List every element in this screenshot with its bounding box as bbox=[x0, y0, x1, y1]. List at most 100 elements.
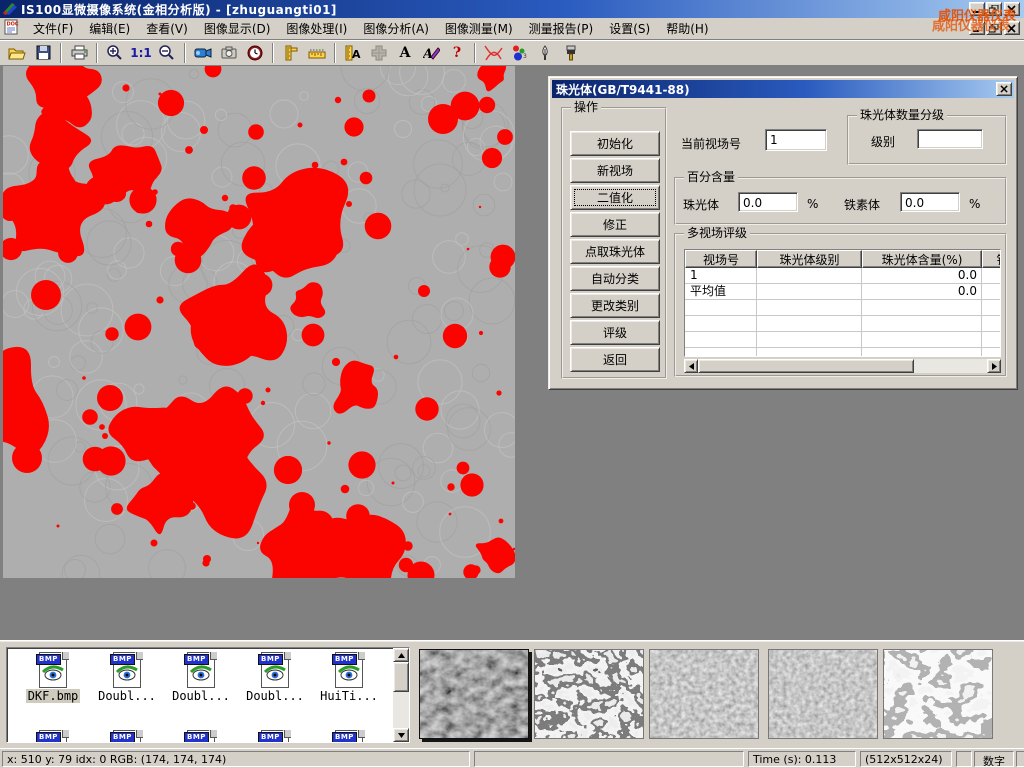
mdi-restore-button[interactable] bbox=[986, 21, 1002, 35]
caliper-measure-icon[interactable] bbox=[278, 42, 304, 64]
dialog-close-button[interactable] bbox=[996, 82, 1012, 96]
file-browser[interactable]: BMP DKF.bmp BMP Doubl... BMP Doubl... BM… bbox=[6, 647, 410, 743]
change-class-button[interactable]: 更改类别 bbox=[570, 293, 660, 318]
status-mode: 数字 bbox=[974, 751, 1014, 767]
toolbar-separator bbox=[474, 43, 476, 63]
pick-pearlite-button[interactable]: 点取珠光体 bbox=[570, 239, 660, 264]
thumbnail-5[interactable] bbox=[883, 649, 993, 739]
menu-edit[interactable]: 编辑(E) bbox=[81, 17, 138, 40]
restore-button[interactable] bbox=[986, 2, 1002, 16]
window-title: IS100显微摄像系统(金相分析版) - [zhuguangti01] bbox=[21, 1, 337, 18]
brush-tool-icon[interactable] bbox=[558, 42, 584, 64]
minimize-button[interactable] bbox=[969, 2, 985, 16]
svg-text:DOC: DOC bbox=[7, 22, 19, 28]
text-edit-icon[interactable]: A bbox=[418, 42, 444, 64]
file-item[interactable]: BMP DKF.bmp bbox=[17, 652, 89, 703]
zoom-in-icon[interactable] bbox=[102, 42, 128, 64]
cell-ferrite-content bbox=[982, 268, 1001, 284]
toolbar-separator bbox=[60, 43, 62, 63]
file-item[interactable]: BMP bbox=[165, 730, 237, 743]
scale-calibrate-icon[interactable]: A bbox=[340, 42, 366, 64]
percent-group-label: 百分含量 bbox=[684, 170, 738, 184]
file-item[interactable]: BMP bbox=[313, 730, 385, 743]
menu-report[interactable]: 测量报告(P) bbox=[521, 17, 602, 40]
table-horizontal-scrollbar[interactable] bbox=[684, 359, 1001, 373]
scroll-right-icon[interactable] bbox=[987, 359, 1001, 373]
grade-input[interactable] bbox=[917, 129, 983, 149]
ruler-measure-icon[interactable] bbox=[304, 42, 330, 64]
menu-image-analysis[interactable]: 图像分析(A) bbox=[355, 17, 437, 40]
menu-view[interactable]: 查看(V) bbox=[138, 17, 196, 40]
timer-clock-icon[interactable] bbox=[242, 42, 268, 64]
thumbnail-1[interactable] bbox=[419, 649, 529, 739]
col-view-number[interactable]: 视场号 bbox=[685, 250, 757, 268]
close-button[interactable] bbox=[1004, 2, 1020, 16]
file-name[interactable]: DKF.bmp bbox=[26, 689, 81, 703]
scroll-down-icon[interactable] bbox=[393, 728, 409, 742]
return-button[interactable]: 返回 bbox=[570, 347, 660, 372]
file-name[interactable]: Doubl... bbox=[170, 689, 232, 703]
scrollbar-thumb[interactable] bbox=[393, 662, 409, 692]
file-item[interactable]: BMP bbox=[17, 730, 89, 743]
actual-size-icon[interactable]: 1:1 bbox=[128, 42, 154, 64]
file-name[interactable]: HuiTi... bbox=[318, 689, 380, 703]
print-icon[interactable] bbox=[66, 42, 92, 64]
file-item[interactable]: BMP Doubl... bbox=[165, 652, 237, 703]
new-field-button[interactable]: 新视场 bbox=[570, 158, 660, 183]
file-item[interactable]: BMP bbox=[239, 730, 311, 743]
toolbar-separator bbox=[334, 43, 336, 63]
file-item[interactable]: BMP Doubl... bbox=[91, 652, 163, 703]
menu-image-measure[interactable]: 图像测量(M) bbox=[437, 17, 521, 40]
toolbar: 1:1 A A A ? 3 bbox=[0, 40, 1024, 66]
file-item[interactable]: BMP HuiTi... bbox=[313, 652, 385, 703]
file-item[interactable]: BMP Doubl... bbox=[239, 652, 311, 703]
menu-help[interactable]: 帮助(H) bbox=[658, 17, 716, 40]
menu-image-process[interactable]: 图像处理(I) bbox=[278, 17, 355, 40]
open-file-icon[interactable] bbox=[4, 42, 30, 64]
text-label-icon[interactable]: A bbox=[392, 42, 418, 64]
thumbnail-4[interactable] bbox=[768, 649, 878, 739]
video-capture-icon[interactable] bbox=[190, 42, 216, 64]
table-row[interactable]: 平均值 0.0 bbox=[685, 284, 1000, 300]
file-name[interactable]: Doubl... bbox=[96, 689, 158, 703]
grid-merge-icon[interactable] bbox=[366, 42, 392, 64]
scrollbar-track bbox=[914, 359, 987, 373]
multi-field-group: 多视场评级 视场号 珠光体级别 珠光体含量(%) 铁素体含量(%) 1 0.0 bbox=[674, 233, 1007, 377]
correct-button[interactable]: 修正 bbox=[570, 212, 660, 237]
pen-tool-icon[interactable] bbox=[532, 42, 558, 64]
help-icon[interactable]: ? bbox=[444, 42, 470, 64]
binarize-button[interactable]: 二值化 bbox=[570, 185, 660, 210]
col-ferrite-content[interactable]: 铁素体含量(%) bbox=[982, 250, 1001, 268]
mdi-close-button[interactable] bbox=[1004, 21, 1020, 35]
menu-file[interactable]: 文件(F) bbox=[25, 17, 81, 40]
col-pearlite-content[interactable]: 珠光体含量(%) bbox=[862, 250, 982, 268]
save-icon[interactable] bbox=[30, 42, 56, 64]
auto-classify-button[interactable]: 自动分类 bbox=[570, 266, 660, 291]
rating-table[interactable]: 视场号 珠光体级别 珠光体含量(%) 铁素体含量(%) 1 0.0 平均值 bbox=[684, 249, 1001, 357]
grade-label: 级别 bbox=[871, 133, 895, 150]
pearlite-percent-input[interactable]: 0.0 bbox=[738, 192, 798, 212]
menu-image-display[interactable]: 图像显示(D) bbox=[196, 17, 279, 40]
mdi-minimize-button[interactable] bbox=[969, 21, 985, 35]
menu-settings[interactable]: 设置(S) bbox=[601, 17, 658, 40]
scroll-up-icon[interactable] bbox=[393, 648, 409, 662]
scroll-left-icon[interactable] bbox=[684, 359, 698, 373]
dialog-title-bar[interactable]: 珠光体(GB/T9441-88) bbox=[552, 80, 1014, 98]
col-pearlite-grade[interactable]: 珠光体级别 bbox=[757, 250, 862, 268]
file-list-scrollbar[interactable] bbox=[393, 648, 409, 742]
micrograph-image[interactable] bbox=[3, 66, 515, 578]
file-item[interactable]: BMP bbox=[91, 730, 163, 743]
scrollbar-thumb[interactable] bbox=[698, 359, 914, 373]
ferrite-percent-input[interactable]: 0.0 bbox=[900, 192, 960, 212]
file-name[interactable]: Doubl... bbox=[244, 689, 306, 703]
camera-capture-icon[interactable] bbox=[216, 42, 242, 64]
color-mark-icon[interactable]: 3 bbox=[506, 42, 532, 64]
current-view-input[interactable]: 1 bbox=[765, 129, 827, 151]
thumbnail-2[interactable] bbox=[534, 649, 644, 739]
thumbnail-3[interactable] bbox=[649, 649, 759, 739]
zoom-out-icon[interactable] bbox=[154, 42, 180, 64]
init-button[interactable]: 初始化 bbox=[570, 131, 660, 156]
rate-button[interactable]: 评级 bbox=[570, 320, 660, 345]
table-row[interactable]: 1 0.0 bbox=[685, 268, 1000, 284]
curve-tool-icon[interactable] bbox=[480, 42, 506, 64]
